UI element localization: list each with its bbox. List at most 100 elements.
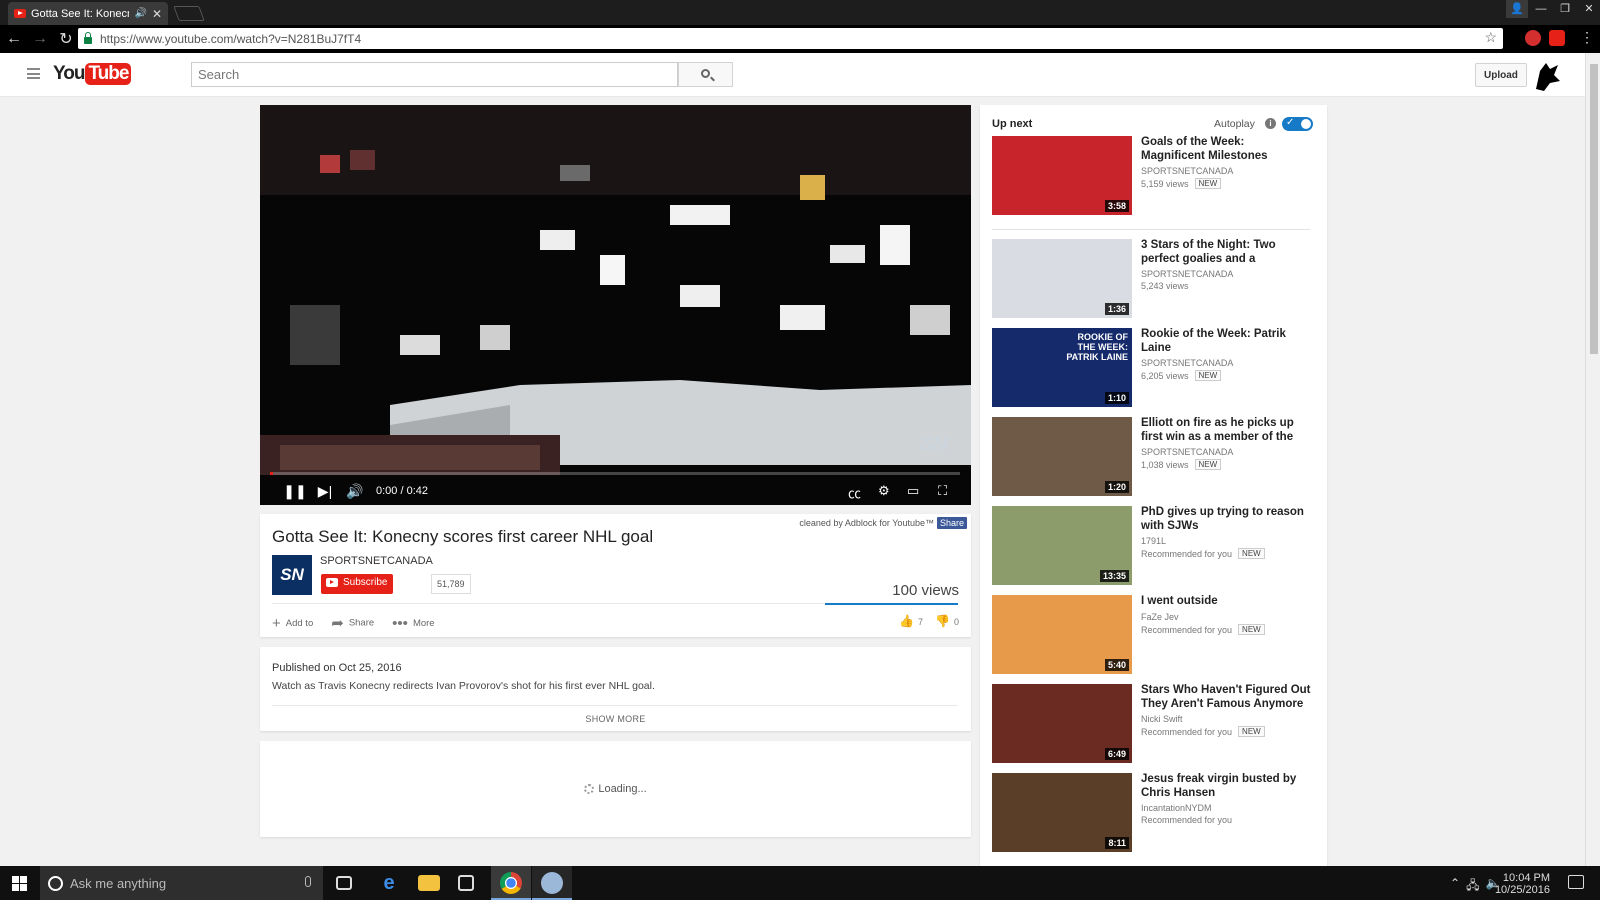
- cortana-search[interactable]: Ask me anything: [40, 866, 323, 900]
- page-scrollbar[interactable]: [1585, 53, 1600, 866]
- related-video-title[interactable]: Goals of the Week: Magnificent Milestone…: [1141, 136, 1311, 163]
- video-thumbnail[interactable]: 3:58: [992, 136, 1132, 215]
- like-button[interactable]: 👍 7: [899, 614, 923, 628]
- edge-icon[interactable]: e: [378, 872, 400, 894]
- reload-button[interactable]: ↻: [54, 29, 78, 49]
- forward-button[interactable]: →: [28, 30, 52, 48]
- windows-start-icon[interactable]: [12, 876, 27, 891]
- minimize-button[interactable]: —: [1530, 0, 1552, 18]
- subscribe-button[interactable]: Subscribe: [321, 574, 394, 594]
- thumbnail-text: ROOKIE OF THE WEEK: PATRIK LAINE: [1066, 332, 1128, 362]
- show-more-button[interactable]: SHOW MORE: [260, 714, 971, 724]
- pause-button[interactable]: ❚❚: [280, 483, 310, 500]
- adblock-extension-icon[interactable]: [1525, 30, 1541, 46]
- browser-tab-strip: Gotta See It: Konecny 🔊 ✕ 👤 — ❐ ✕: [0, 0, 1600, 25]
- related-video-title[interactable]: Stars Who Haven't Figured Out They Aren'…: [1141, 684, 1311, 711]
- youtube-extension-icon[interactable]: [1549, 30, 1565, 46]
- related-video-channel: SPORTSNETCANADA: [1141, 269, 1234, 279]
- related-video-title[interactable]: Elliott on fire as he picks up first win…: [1141, 417, 1311, 444]
- video-duration: 13:35: [1099, 570, 1129, 582]
- scrollbar-thumb[interactable]: [1590, 64, 1598, 354]
- related-video-title[interactable]: 3 Stars of the Night: Two perfect goalie…: [1141, 239, 1311, 266]
- search-icon: [701, 69, 710, 78]
- app-icon: [541, 872, 563, 894]
- avatar[interactable]: [1530, 59, 1564, 93]
- video-player[interactable]: SN ❚❚ ▶| 🔊 0:00 / 0:42 ㏄ ⚙ ▭ ⛶: [260, 105, 971, 505]
- related-video-item[interactable]: ROOKIE OF THE WEEK: PATRIK LAINE 1:10 Rook…: [992, 328, 1312, 408]
- action-center-icon[interactable]: [1568, 875, 1584, 889]
- description-text: Watch as Travis Konecny redirects Ivan P…: [272, 680, 655, 692]
- bookmark-star-icon[interactable]: ☆: [1484, 29, 1497, 46]
- related-video-meta: 1,038 views NEW: [1141, 459, 1222, 470]
- video-progress-bar[interactable]: [270, 472, 960, 475]
- video-thumbnail[interactable]: 6:49: [992, 684, 1132, 763]
- store-icon[interactable]: [458, 875, 474, 891]
- new-badge: NEW: [1194, 370, 1222, 381]
- more-button[interactable]: ••• More: [392, 615, 434, 632]
- related-video-title[interactable]: PhD gives up trying to reason with SJWs: [1141, 506, 1311, 533]
- related-video-title[interactable]: I went outside: [1141, 595, 1311, 609]
- volume-icon[interactable]: 🔊: [340, 483, 370, 500]
- video-thumbnail[interactable]: 13:35: [992, 506, 1132, 585]
- related-video-views: 1,038 views: [1141, 459, 1189, 470]
- related-video-item[interactable]: 8:11 Jesus freak virgin busted by Chris H…: [992, 773, 1312, 853]
- close-window-button[interactable]: ✕: [1578, 0, 1600, 18]
- new-badge: NEW: [1238, 548, 1265, 559]
- settings-gear-icon[interactable]: ⚙: [878, 483, 890, 499]
- audio-icon[interactable]: 🔊: [134, 8, 146, 19]
- file-explorer-icon[interactable]: [418, 875, 440, 891]
- related-video-title[interactable]: Rookie of the Week: Patrik Laine: [1141, 328, 1311, 355]
- video-thumbnail[interactable]: ROOKIE OF THE WEEK: PATRIK LAINE 1:10: [992, 328, 1132, 407]
- system-clock[interactable]: 10:04 PM 10/25/2016: [1495, 872, 1550, 896]
- guide-menu-icon[interactable]: [27, 68, 40, 79]
- channel-name[interactable]: SPORTSNETCANADA: [320, 555, 433, 567]
- microphone-icon[interactable]: [305, 876, 311, 887]
- dislike-button[interactable]: 👎 0: [935, 614, 959, 628]
- related-video-meta: 5,159 views NEW: [1141, 178, 1222, 189]
- related-video-item[interactable]: 1:20 Elliott on fire as he picks up first…: [992, 417, 1312, 497]
- new-tab-button[interactable]: [173, 6, 205, 21]
- video-thumbnail[interactable]: 8:11: [992, 773, 1132, 852]
- back-button[interactable]: ←: [2, 30, 26, 48]
- publish-date: Published on Oct 25, 2016: [272, 662, 402, 674]
- address-bar[interactable]: https://www.youtube.com/watch?v=N281BuJ7…: [78, 28, 1503, 49]
- related-video-item[interactable]: 3:58 Goals of the Week: Magnificent Miles…: [992, 136, 1312, 216]
- task-view-icon[interactable]: [336, 876, 352, 890]
- share-button[interactable]: ➦ Share: [331, 614, 374, 632]
- captions-icon[interactable]: ㏄: [848, 483, 861, 502]
- search-input[interactable]: Search: [191, 62, 678, 87]
- related-video-item[interactable]: 1:36 3 Stars of the Night: Two perfect go…: [992, 239, 1312, 319]
- check-icon: ✓: [1286, 117, 1295, 128]
- next-button[interactable]: ▶|: [310, 483, 340, 500]
- close-tab-icon[interactable]: ✕: [152, 7, 162, 21]
- fullscreen-icon[interactable]: ⛶: [938, 483, 947, 499]
- related-video-title[interactable]: Jesus freak virgin busted by Chris Hanse…: [1141, 773, 1311, 800]
- channel-avatar[interactable]: SN: [272, 555, 312, 595]
- chrome-menu-icon[interactable]: ⋮: [1580, 29, 1594, 46]
- restore-button[interactable]: ❐: [1554, 0, 1576, 18]
- add-to-button[interactable]: + Add to: [272, 615, 313, 632]
- related-video-item[interactable]: 13:35 PhD gives up trying to reason with …: [992, 506, 1312, 586]
- browser-tab[interactable]: Gotta See It: Konecny 🔊 ✕: [8, 2, 168, 25]
- network-icon[interactable]: 🖧: [1466, 876, 1479, 897]
- show-hidden-icons-icon[interactable]: ⌃: [1450, 876, 1460, 897]
- related-video-channel: FaZe Jev: [1141, 612, 1179, 622]
- youtube-logo[interactable]: You Tube: [53, 63, 132, 85]
- info-icon[interactable]: i: [1265, 118, 1276, 129]
- video-thumbnail[interactable]: 1:36: [992, 239, 1132, 318]
- video-thumbnail[interactable]: 5:40: [992, 595, 1132, 674]
- related-video-meta: 6,205 views NEW: [1141, 370, 1222, 381]
- logo-you: You: [53, 63, 86, 84]
- video-duration: 5:40: [1104, 659, 1129, 671]
- adblock-share-button[interactable]: Share: [936, 517, 967, 529]
- chrome-icon: [500, 872, 522, 894]
- related-video-item[interactable]: 5:40 I went outside FaZe Jev Recommended fo…: [992, 595, 1312, 675]
- theater-mode-icon[interactable]: ▭: [907, 483, 919, 499]
- upload-button[interactable]: Upload: [1475, 63, 1527, 87]
- autoplay-toggle[interactable]: ✓: [1282, 117, 1313, 131]
- search-button[interactable]: [678, 62, 733, 87]
- profile-icon[interactable]: 👤: [1506, 0, 1528, 18]
- related-video-item[interactable]: 6:49 Stars Who Haven't Figured Out They A…: [992, 684, 1312, 764]
- video-thumbnail[interactable]: 1:20: [992, 417, 1132, 496]
- share-arrow-icon: ➦: [331, 615, 344, 632]
